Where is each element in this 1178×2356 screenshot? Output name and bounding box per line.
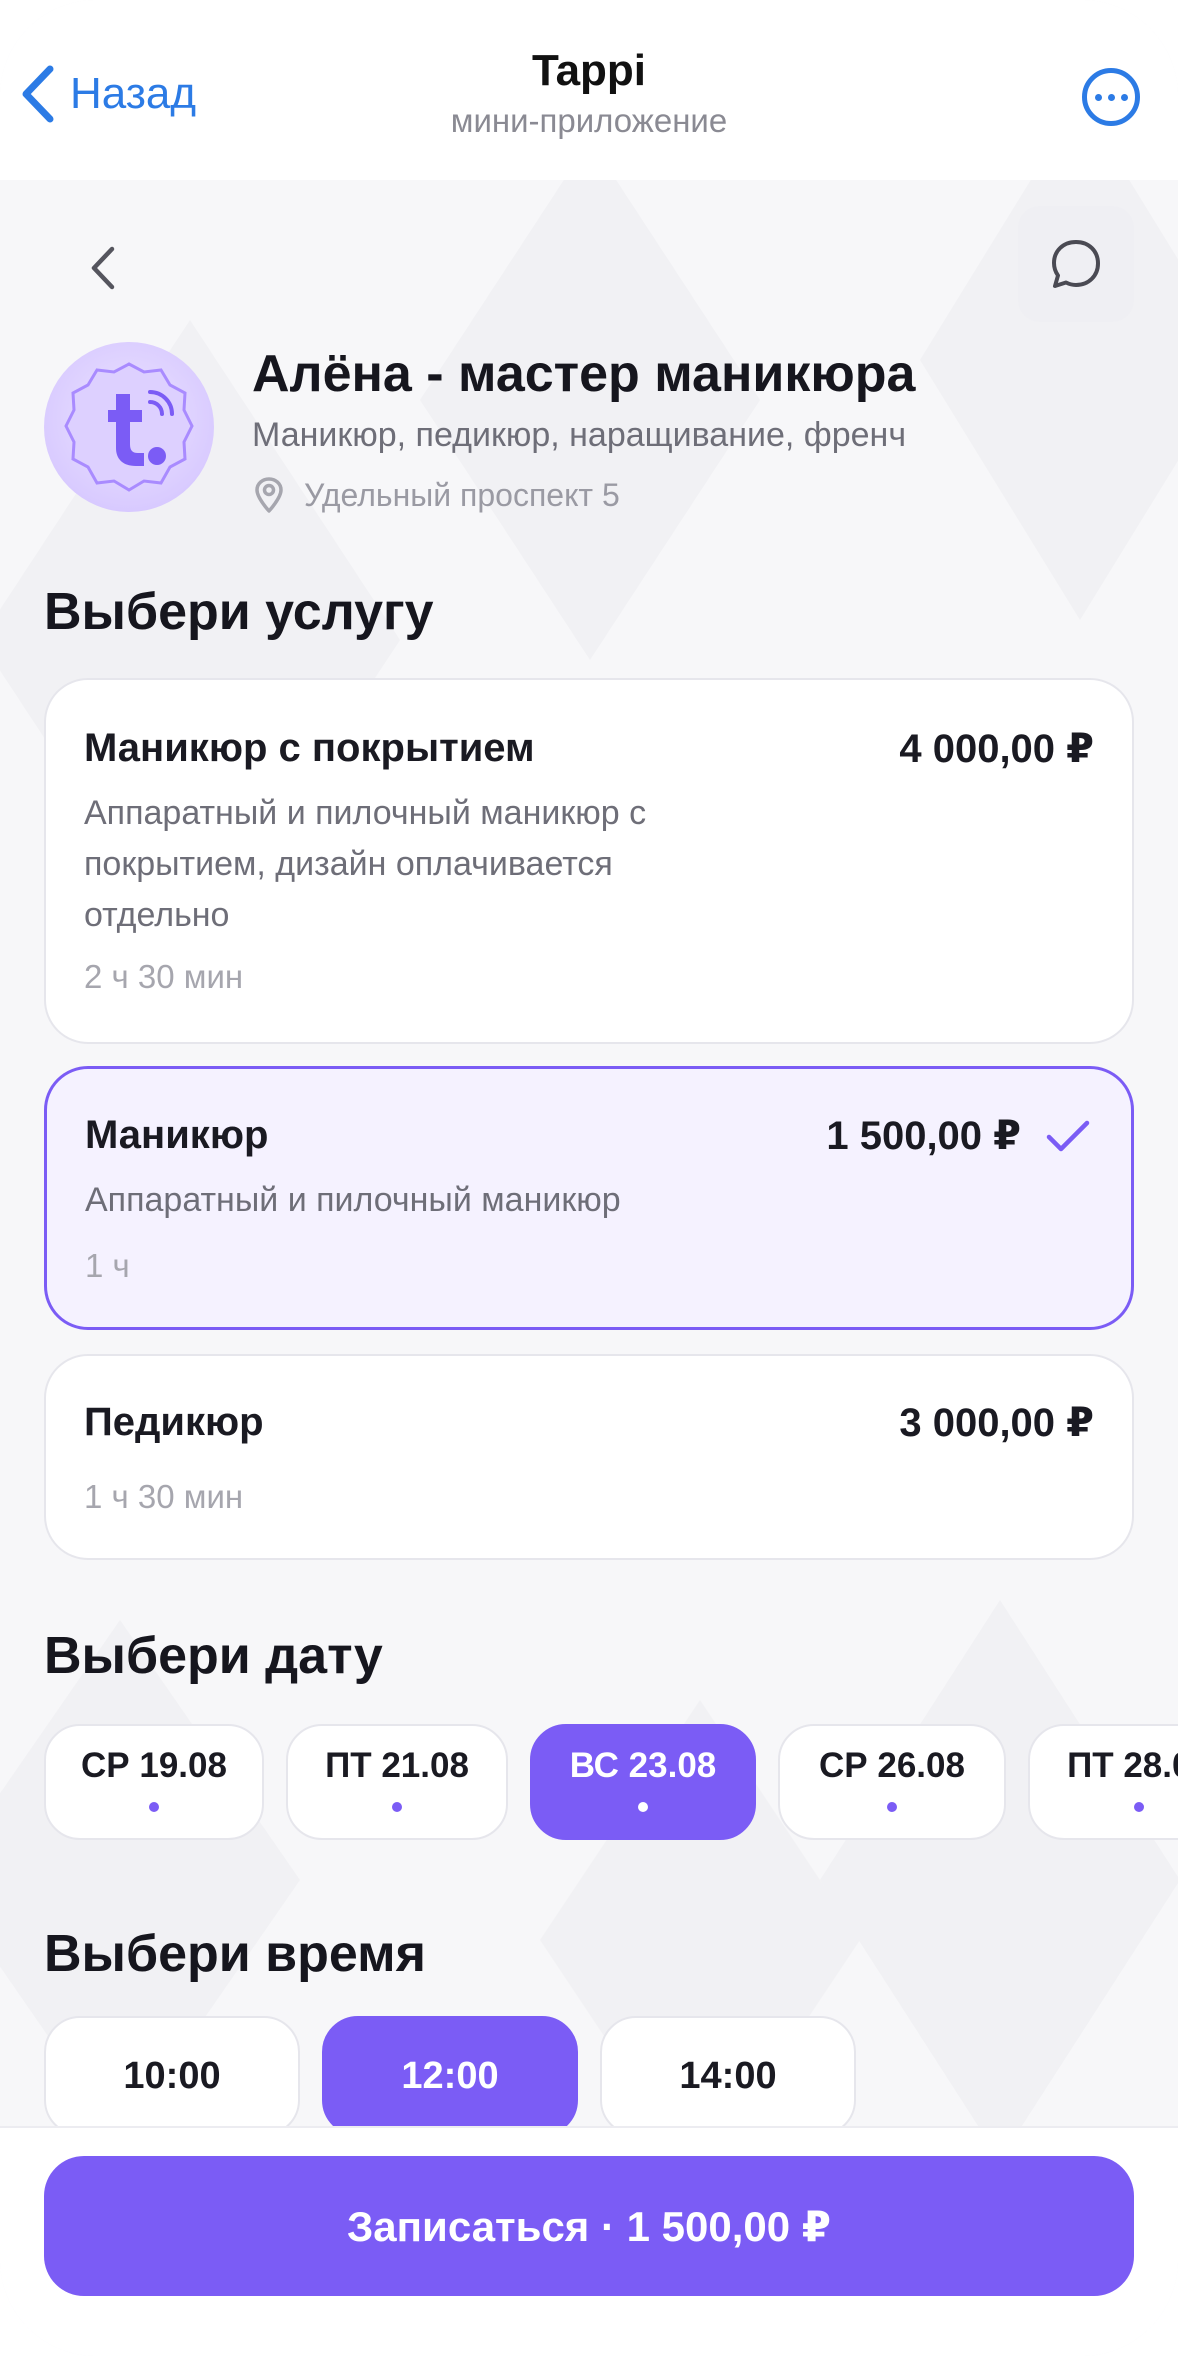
telegram-header: Назад Tappi мини-приложение bbox=[0, 0, 1178, 180]
chevron-left-icon bbox=[91, 246, 115, 290]
service-duration: 1 ч 30 мин bbox=[84, 1478, 244, 1515]
availability-dot bbox=[149, 1802, 159, 1812]
mini-app-page: Назад Tappi мини-приложение Алёна - маст… bbox=[0, 0, 1178, 2356]
dates-title: Выбери дату bbox=[44, 1627, 383, 1685]
check-icon bbox=[1046, 1120, 1090, 1152]
service-title: Педикюр bbox=[84, 1400, 264, 1444]
availability-dot bbox=[638, 1802, 648, 1812]
service-card-pedicure[interactable]: Педикюр 3 000,00 ₽ 1 ч 30 мин bbox=[44, 1354, 1134, 1560]
service-title: Маникюр bbox=[85, 1113, 269, 1157]
avatar bbox=[44, 342, 214, 512]
tappi-logo bbox=[64, 362, 194, 492]
back-button[interactable] bbox=[70, 228, 136, 308]
master-specialty: Маникюр, педикюр, наращивание, френч bbox=[252, 416, 907, 454]
service-price: 4 000,00 ₽ bbox=[899, 727, 1094, 771]
date-chip[interactable]: СР 26.08 bbox=[778, 1724, 1006, 1840]
chat-button[interactable] bbox=[1018, 206, 1134, 322]
times-title: Выбери время bbox=[44, 1925, 426, 1983]
book-button[interactable]: Записаться · 1 500,00 ₽ bbox=[44, 2156, 1134, 2296]
service-duration: 2 ч 30 мин bbox=[84, 958, 244, 995]
availability-dot bbox=[392, 1802, 402, 1812]
master-address: Удельный проспект 5 bbox=[252, 476, 620, 514]
time-chip[interactable]: 14:00 bbox=[600, 2016, 856, 2136]
service-price: 1 500,00 ₽ bbox=[826, 1114, 1021, 1158]
date-chip-selected[interactable]: ВС 23.08 bbox=[530, 1724, 756, 1840]
service-card-manicure-coating[interactable]: Маникюр с покрытием 4 000,00 ₽ Аппаратны… bbox=[44, 678, 1134, 1044]
service-description: Аппаратный и пилочный маникюр с покрытие… bbox=[84, 794, 647, 934]
services-title: Выбери услугу bbox=[44, 583, 434, 641]
address-text: Удельный проспект 5 bbox=[304, 476, 620, 513]
date-selector: СР 19.08 ПТ 21.08 ВС 23.08 СР 26.08 ПТ 2… bbox=[44, 1724, 1178, 1842]
chat-bubble-icon bbox=[1052, 240, 1100, 288]
service-card-manicure[interactable]: Маникюр 1 500,00 ₽ Аппаратный и пилочный… bbox=[44, 1066, 1134, 1330]
service-duration: 1 ч bbox=[85, 1247, 130, 1284]
date-chip[interactable]: СР 19.08 bbox=[44, 1724, 264, 1840]
location-pin-icon bbox=[255, 477, 283, 513]
time-chip[interactable]: 10:00 bbox=[44, 2016, 300, 2136]
service-title: Маникюр с покрытием bbox=[84, 726, 535, 770]
service-description: Аппаратный и пилочный маникюр bbox=[85, 1181, 621, 1219]
master-name: Алёна - мастер маникюра bbox=[252, 345, 916, 403]
date-chip[interactable]: ПТ 28.08 bbox=[1028, 1724, 1178, 1840]
time-chip-selected[interactable]: 12:00 bbox=[322, 2016, 578, 2136]
app-subtitle: мини-приложение bbox=[450, 102, 728, 139]
more-button[interactable] bbox=[1082, 68, 1140, 126]
app-title: Tappi bbox=[531, 46, 647, 95]
availability-dot bbox=[1134, 1802, 1144, 1812]
more-dots-icon bbox=[1094, 93, 1102, 101]
availability-dot bbox=[887, 1802, 897, 1812]
date-chip[interactable]: ПТ 21.08 bbox=[286, 1724, 508, 1840]
service-price: 3 000,00 ₽ bbox=[899, 1401, 1094, 1445]
